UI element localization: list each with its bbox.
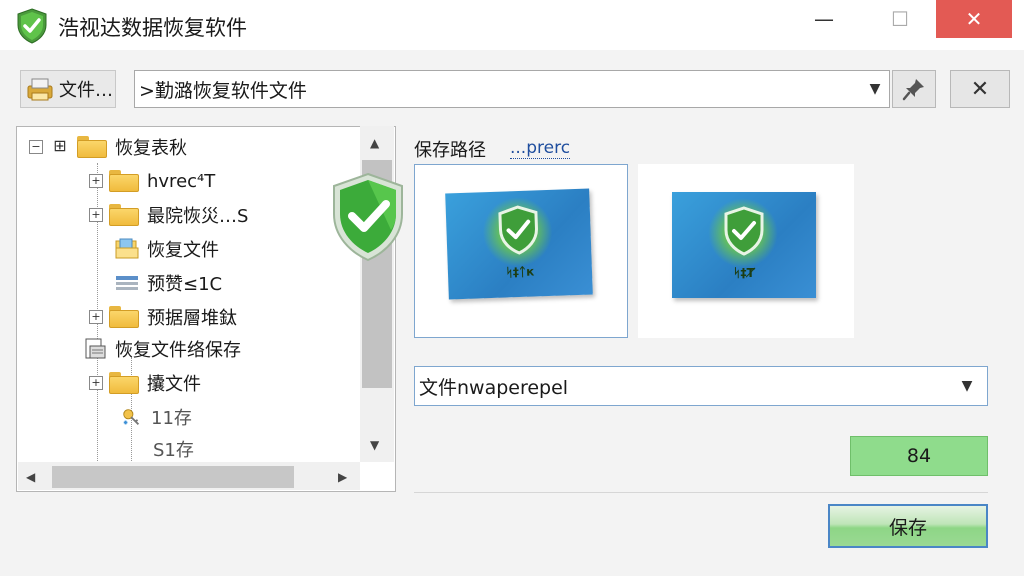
folder-icon <box>77 136 107 158</box>
filename-value: 文件nwaperepel <box>419 376 569 399</box>
pin-icon <box>902 79 924 101</box>
tree-item[interactable]: + hvrec⁴T <box>89 165 215 197</box>
path-value: >勤潞恢复软件文件 <box>139 79 307 102</box>
path-combobox[interactable]: >勤潞恢复软件文件 ▼ <box>134 70 890 108</box>
expand-toggle[interactable]: + <box>89 376 103 390</box>
tree-item-label: 预据層堆鈦 <box>147 308 237 329</box>
tree-item[interactable]: + 最院恢災…S <box>89 199 248 231</box>
filename-combobox[interactable]: 文件nwaperepel ▼ <box>414 366 988 406</box>
file-button-label: 文件… <box>59 80 113 101</box>
save-path-link[interactable]: ...prerc <box>510 138 571 159</box>
maximize-button[interactable]: ☐ <box>876 0 924 38</box>
folder-open-icon <box>115 238 139 259</box>
chevron-down-icon[interactable]: ▼ <box>947 378 987 394</box>
collapse-toggle[interactable]: − <box>29 140 43 154</box>
expand-toggle[interactable]: + <box>89 208 103 222</box>
shield-check-icon <box>498 205 538 255</box>
tree-item-label: 11存 <box>151 408 192 429</box>
window-title: 浩视达数据恢复软件 <box>58 16 247 40</box>
file-button[interactable]: 文件… <box>20 70 116 108</box>
tree-item[interactable]: + 攮文件 <box>89 367 201 399</box>
divider <box>414 492 988 493</box>
close-window-button[interactable]: ✕ <box>936 0 1012 38</box>
shield-check-icon <box>17 8 47 44</box>
thumbnail-selected[interactable]: ᛋ‡ᛏк <box>414 164 628 338</box>
expand-toggle[interactable]: + <box>89 174 103 188</box>
tree-item[interactable]: + 预据層堆鈦 <box>89 301 237 333</box>
value-box: 84 <box>850 436 988 476</box>
tree-item-label: 预赞≤1C <box>147 274 223 295</box>
key-icon <box>123 409 140 425</box>
tree-item-label: 最院恢災…S <box>147 206 249 227</box>
tree-node-icon: ⊞ <box>49 138 71 154</box>
tree-item[interactable]: 11存 <box>121 401 192 433</box>
tree-item[interactable]: 恢复文件络保存 <box>83 333 241 365</box>
pin-button[interactable] <box>892 70 936 108</box>
tree-item-label: 攮文件 <box>147 374 201 395</box>
folder-icon <box>109 306 139 328</box>
save-path-label: 保存路径 <box>414 140 486 161</box>
shield-card-image: ᛋ‡Ⱦ <box>672 192 816 298</box>
tree-item-label: hvrec⁴T <box>147 170 216 192</box>
tree-item[interactable]: S1存 <box>153 433 194 465</box>
scroll-left-icon[interactable]: ◀ <box>26 470 35 484</box>
tree-item-label: 恢复文件 <box>147 240 219 261</box>
tree-item-label: 恢复表秋 <box>115 138 187 159</box>
card-caption: ᛋ‡ᛏк <box>505 264 535 280</box>
shield-check-icon <box>333 172 403 262</box>
folder-icon <box>109 204 139 226</box>
tree-item[interactable]: 预赞≤1C <box>115 267 222 299</box>
chevron-down-icon[interactable]: ▼ <box>861 81 889 97</box>
tree-horizontal-scroll-thumb[interactable] <box>52 466 294 488</box>
shield-card-image: ᛋ‡ᛏк <box>445 188 593 300</box>
shield-check-icon <box>724 206 764 256</box>
scroll-up-icon[interactable]: ▲ <box>370 136 379 150</box>
printer-folder-icon <box>27 78 53 101</box>
folder-icon <box>109 372 139 394</box>
tree-item[interactable]: 恢复文件 <box>115 233 219 265</box>
expand-toggle[interactable]: + <box>89 310 103 324</box>
folder-icon <box>109 170 139 192</box>
save-button[interactable]: 保存 <box>828 504 988 548</box>
minimize-button[interactable]: — <box>800 0 848 38</box>
scroll-down-icon[interactable]: ▼ <box>370 438 379 452</box>
card-caption: ᛋ‡Ⱦ <box>733 266 755 280</box>
scroll-right-icon[interactable]: ▶ <box>338 470 347 484</box>
tree-item-label: S1存 <box>153 440 194 461</box>
thumbnail[interactable]: ᛋ‡Ⱦ <box>638 164 854 338</box>
clear-button[interactable]: ✕ <box>950 70 1010 108</box>
tree-item[interactable]: − ⊞ 恢复表秋 <box>29 131 187 163</box>
document-icon <box>85 338 106 359</box>
list-icon <box>116 276 138 290</box>
tree-item-label: 恢复文件络保存 <box>115 340 241 361</box>
